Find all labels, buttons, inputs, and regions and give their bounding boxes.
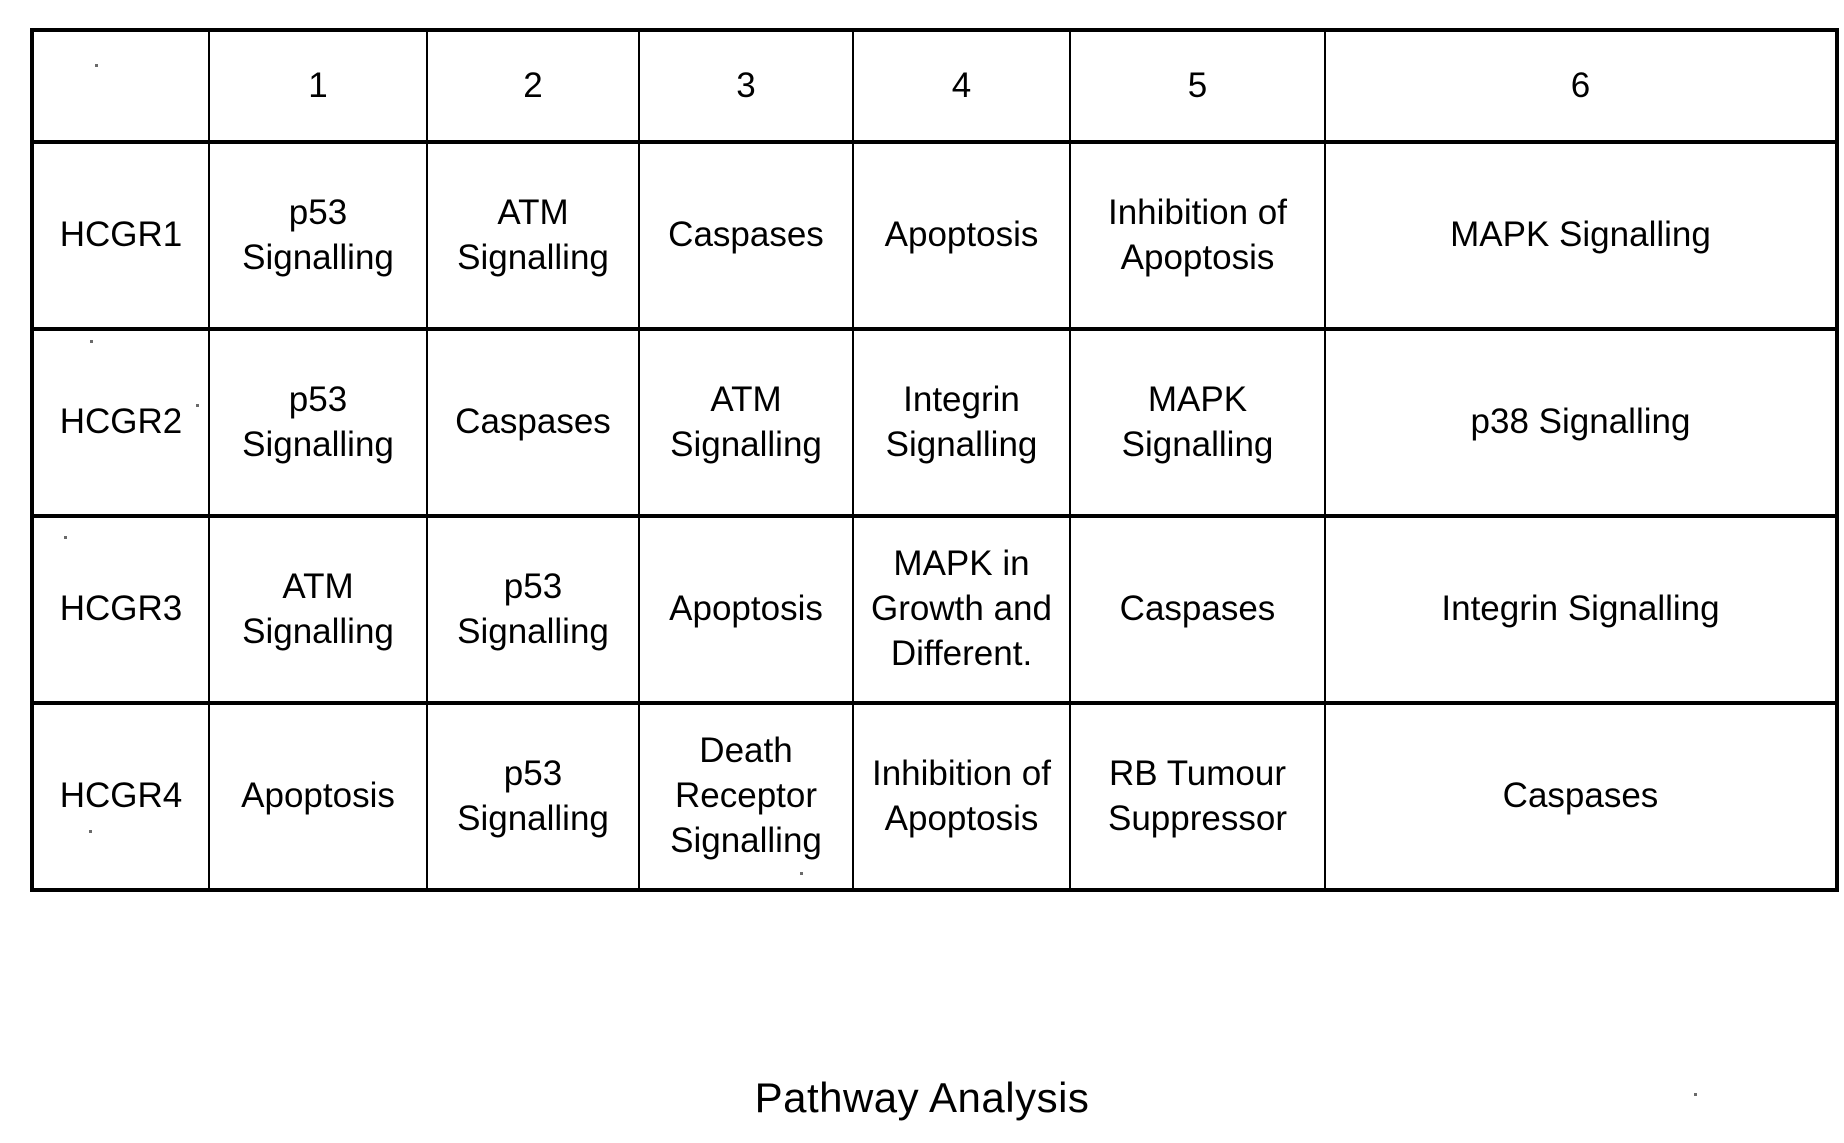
pathway-analysis-table-container: 1 2 3 4 5 6 HCGR1 p53 Signalling ATM Sig…	[30, 28, 1839, 892]
cell-text: Death Receptor Signalling	[670, 731, 822, 860]
cell-hcgr1-3: Caspases	[638, 140, 854, 331]
pathway-analysis-table: 1 2 3 4 5 6 HCGR1 p53 Signalling ATM Sig…	[30, 28, 1839, 892]
scan-speckle	[1694, 1093, 1697, 1096]
cell-text: ATM Signalling	[457, 192, 609, 277]
figure-caption: Pathway Analysis	[754, 1074, 1090, 1121]
table-row: HCGR2 p53 Signalling Caspases ATM Signal…	[31, 327, 1838, 518]
cell-hcgr4-1: Apoptosis	[208, 701, 428, 892]
cell-text: p53 Signalling	[242, 192, 394, 277]
cell-hcgr3-1: ATM Signalling	[208, 514, 428, 705]
row-label-hcgr2: HCGR2	[31, 327, 210, 518]
row-label-hcgr3: HCGR3	[31, 514, 210, 705]
cell-text: MAPK in Growth and Different.	[871, 544, 1052, 673]
table-header-row: 1 2 3 4 5 6	[31, 29, 1838, 144]
cell-text: MAPK Signalling	[1121, 379, 1274, 464]
cell-text: RB Tumour Suppressor	[1108, 753, 1287, 838]
table-row: HCGR1 p53 Signalling ATM Signalling Casp…	[31, 140, 1838, 331]
column-header-5: 5	[1069, 29, 1326, 144]
cell-text: p38 Signalling	[1470, 402, 1691, 442]
cell-hcgr2-5: MAPK Signalling	[1069, 327, 1326, 518]
scan-speckle	[800, 872, 803, 875]
column-header-2: 2	[426, 29, 640, 144]
cell-hcgr3-5: Caspases	[1069, 514, 1326, 705]
column-header-3: 3	[638, 29, 854, 144]
cell-text: Caspases	[455, 402, 611, 442]
cell-text: ATM Signalling	[242, 566, 394, 651]
cell-text: Integrin Signalling	[1441, 589, 1720, 629]
cell-hcgr2-6: p38 Signalling	[1324, 327, 1838, 518]
column-header-1: 1	[208, 29, 428, 144]
scan-speckle	[196, 404, 199, 407]
cell-hcgr3-2: p53 Signalling	[426, 514, 640, 705]
column-header-4: 4	[852, 29, 1071, 144]
scan-speckle	[90, 340, 93, 343]
cell-text: Integrin Signalling	[885, 379, 1038, 464]
scan-speckle	[95, 64, 98, 67]
cell-hcgr1-2: ATM Signalling	[426, 140, 640, 331]
cell-text: p53 Signalling	[457, 753, 609, 838]
cell-hcgr3-4: MAPK in Growth and Different.	[852, 514, 1071, 705]
cell-hcgr1-5: Inhibition of Apoptosis	[1069, 140, 1326, 331]
figure-sheet: 1 2 3 4 5 6 HCGR1 p53 Signalling ATM Sig…	[0, 0, 1844, 1143]
cell-hcgr4-3: Death Receptor Signalling	[638, 701, 854, 892]
row-label-hcgr4: HCGR4	[31, 701, 210, 892]
cell-hcgr2-1: p53 Signalling	[208, 327, 428, 518]
cell-hcgr3-6: Integrin Signalling	[1324, 514, 1838, 705]
cell-hcgr3-3: Apoptosis	[638, 514, 854, 705]
cell-text: Apoptosis	[669, 589, 823, 629]
cell-text: Caspases	[1502, 776, 1659, 816]
column-header-6: 6	[1324, 29, 1838, 144]
cell-text: Apoptosis	[241, 776, 395, 816]
cell-hcgr1-6: MAPK Signalling	[1324, 140, 1838, 331]
cell-hcgr1-1: p53 Signalling	[208, 140, 428, 331]
cell-hcgr2-4: Integrin Signalling	[852, 327, 1071, 518]
cell-text: p53 Signalling	[242, 379, 394, 464]
row-label-hcgr1: HCGR1	[31, 140, 210, 331]
cell-hcgr4-4: Inhibition of Apoptosis	[852, 701, 1071, 892]
cell-hcgr4-5: RB Tumour Suppressor	[1069, 701, 1326, 892]
cell-hcgr4-2: p53 Signalling	[426, 701, 640, 892]
cell-text: Caspases	[668, 215, 824, 255]
scan-speckle	[64, 536, 67, 539]
cell-text: Inhibition of Apoptosis	[871, 753, 1052, 838]
cell-hcgr1-4: Apoptosis	[852, 140, 1071, 331]
cell-hcgr2-2: Caspases	[426, 327, 640, 518]
cell-hcgr4-6: Caspases	[1324, 701, 1838, 892]
table-row: HCGR3 ATM Signalling p53 Signalling Apop…	[31, 514, 1838, 705]
scan-speckle	[89, 830, 92, 833]
cell-text: Inhibition of Apoptosis	[1107, 192, 1288, 277]
cell-text: ATM Signalling	[670, 379, 822, 464]
cell-hcgr2-3: ATM Signalling	[638, 327, 854, 518]
cell-text: Apoptosis	[884, 215, 1039, 255]
column-header-corner	[31, 29, 210, 144]
cell-text: Caspases	[1119, 589, 1276, 629]
table-row: HCGR4 Apoptosis p53 Signalling Death Rec…	[31, 701, 1838, 892]
cell-text: p53 Signalling	[457, 566, 609, 651]
cell-text: MAPK Signalling	[1450, 215, 1711, 255]
